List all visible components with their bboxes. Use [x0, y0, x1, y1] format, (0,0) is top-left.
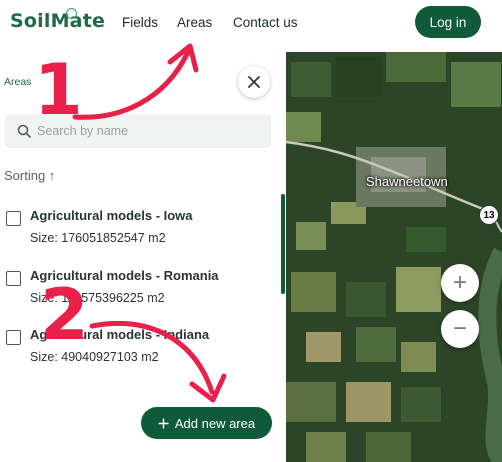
minus-icon: −: [452, 315, 467, 342]
close-icon: [248, 76, 260, 88]
annotation-step-2: 2: [40, 274, 89, 356]
satellite-map[interactable]: Shawneetown 13 + −: [286, 52, 502, 462]
sorting-toggle[interactable]: Sorting ↑: [4, 168, 55, 183]
item-checkbox[interactable]: [6, 271, 21, 286]
login-button[interactable]: Log in: [415, 6, 481, 38]
annotation-step-1: 1: [34, 49, 83, 131]
map-imagery: [286, 52, 502, 462]
top-navigation-bar: SoilMate Fields Areas Contact us Log in: [0, 0, 502, 46]
plus-icon: [158, 418, 169, 428]
close-button[interactable]: [238, 66, 270, 98]
item-checkbox[interactable]: [6, 330, 21, 345]
add-new-area-button[interactable]: Add new area: [141, 407, 272, 439]
nav-link-areas[interactable]: Areas: [177, 15, 212, 30]
route-badge: 13: [479, 205, 499, 225]
list-item: Agricultural models - Iowa Size: 1760518…: [5, 208, 275, 254]
item-size: Size: 176051852547 m2: [30, 231, 166, 245]
item-title[interactable]: Agricultural models - Iowa: [30, 208, 193, 223]
zoom-out-button[interactable]: −: [441, 310, 479, 348]
nav-link-fields[interactable]: Fields: [122, 15, 158, 30]
soilmate-logo[interactable]: SoilMate: [10, 10, 105, 32]
zoom-in-button[interactable]: +: [441, 264, 479, 302]
plus-icon: +: [452, 269, 467, 296]
search-icon: [17, 124, 31, 138]
nav-link-contact[interactable]: Contact us: [233, 15, 298, 30]
item-checkbox[interactable]: [6, 211, 21, 226]
add-new-area-label: Add new area: [174, 415, 256, 431]
logo-ring-icon: [66, 8, 77, 19]
breadcrumb[interactable]: Areas: [4, 76, 31, 88]
sidebar-scrollbar[interactable]: [281, 194, 285, 294]
town-label: Shawneetown: [366, 174, 448, 189]
